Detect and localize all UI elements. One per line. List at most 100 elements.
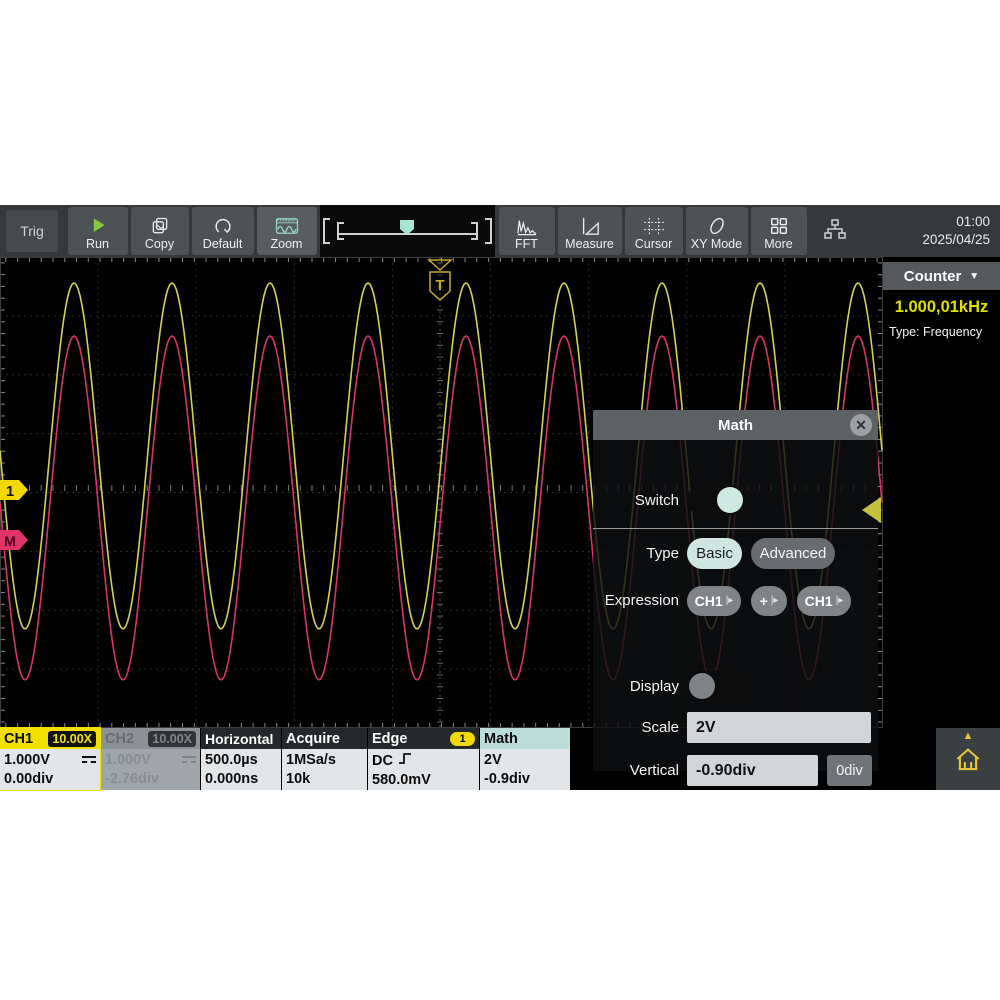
math-dialog-body: Switch Type Basic Advanced bbox=[593, 440, 878, 771]
ch2-name: CH2 bbox=[105, 731, 134, 747]
ch1-volts: 1.000V bbox=[4, 751, 50, 770]
math-dialog-header: Math ✕ bbox=[593, 410, 878, 440]
expression-row: Expression CH1|▸ +|▸ CH1|▸ bbox=[593, 585, 878, 616]
ch1-marker-label: 1 bbox=[6, 483, 14, 500]
switch-label: Switch bbox=[593, 492, 679, 509]
ch1-probe-badge: 10.00X bbox=[48, 731, 96, 747]
type-row: Type Basic Advanced bbox=[593, 537, 878, 569]
edge-coupling: DC bbox=[372, 752, 393, 771]
scale-input[interactable]: 2V bbox=[687, 712, 871, 743]
trig-button[interactable]: Trig bbox=[6, 210, 58, 252]
expression-operator-dropdown[interactable]: +|▸ bbox=[751, 586, 787, 616]
edge-title: Edge bbox=[372, 731, 407, 747]
oscilloscope-app: Trig Run Copy bbox=[0, 205, 1000, 790]
edge-trigger-status-block[interactable]: Edge 1 DC 580.0mV bbox=[368, 728, 479, 790]
zoom-waveform-icon bbox=[275, 216, 299, 236]
dc-coupling-icon bbox=[82, 756, 96, 765]
top-toolbar: Trig Run Copy bbox=[0, 205, 1000, 257]
horizontal-title: Horizontal bbox=[205, 731, 273, 747]
measure-button[interactable]: Measure bbox=[558, 207, 622, 255]
slider-inner-right-bracket bbox=[471, 223, 477, 239]
home-icon[interactable] bbox=[953, 744, 983, 779]
copy-button[interactable]: Copy bbox=[131, 207, 189, 255]
copy-icon bbox=[149, 216, 171, 236]
cursor-crosshair-icon bbox=[642, 216, 666, 236]
ch2-offset: -2.76div bbox=[105, 770, 196, 789]
ch1-status-block[interactable]: CH1 10.00X 1.000V 0.00div bbox=[0, 728, 100, 790]
ch1-offset: 0.00div bbox=[4, 770, 96, 789]
clock-date: 2025/04/25 bbox=[922, 231, 990, 249]
math-status-block[interactable]: Math 2V -0.9div bbox=[480, 728, 570, 790]
acquire-status-block[interactable]: Acquire 1MSa/s 10k bbox=[282, 728, 367, 790]
zoom-button[interactable]: Zoom bbox=[257, 207, 317, 255]
close-icon[interactable]: ✕ bbox=[850, 414, 872, 436]
counter-title: Counter bbox=[904, 268, 962, 285]
vertical-zero-button[interactable]: 0div bbox=[827, 755, 872, 786]
ch2-status-block[interactable]: CH2 10.00X 1.000V -2.76div bbox=[101, 728, 200, 790]
clock: 01:00 2025/04/25 bbox=[922, 213, 1000, 248]
trig-label: Trig bbox=[20, 223, 44, 239]
acquire-title: Acquire bbox=[286, 731, 340, 747]
network-lan-icon[interactable] bbox=[822, 217, 848, 246]
edge-level: 580.0mV bbox=[372, 771, 475, 790]
dropdown-indicator-icon: |▸ bbox=[836, 595, 844, 606]
type-option-basic[interactable]: Basic bbox=[687, 538, 742, 569]
fft-button[interactable]: FFT bbox=[499, 207, 555, 255]
trigger-level-marker[interactable] bbox=[862, 497, 881, 528]
math-switch-toggle[interactable] bbox=[687, 485, 745, 515]
expression-operand1-dropdown[interactable]: CH1|▸ bbox=[687, 586, 741, 616]
dropdown-indicator-icon: |▸ bbox=[726, 595, 734, 606]
measure-ruler-icon bbox=[579, 216, 601, 236]
trigger-flag-label: T bbox=[435, 277, 444, 294]
cursor-button[interactable]: Cursor bbox=[625, 207, 683, 255]
expression-operand2-dropdown[interactable]: CH1|▸ bbox=[797, 586, 851, 616]
slider-marker[interactable] bbox=[400, 220, 414, 235]
counter-header[interactable]: Counter ▼ bbox=[883, 262, 1000, 290]
horizontal-timebase: 500.0µs bbox=[205, 751, 277, 770]
type-label: Type bbox=[593, 545, 679, 562]
xy-mode-button[interactable]: XY Mode bbox=[686, 207, 748, 255]
expression-label: Expression bbox=[593, 592, 679, 609]
screenshot-canvas: Trig Run Copy bbox=[0, 0, 1000, 1000]
math-scale: 2V bbox=[484, 751, 566, 770]
run-button[interactable]: Run bbox=[68, 207, 128, 255]
xy-ellipse-icon bbox=[706, 216, 728, 236]
type-option-advanced[interactable]: Advanced bbox=[751, 538, 835, 569]
toggle-knob bbox=[689, 673, 715, 699]
counter-type: Type: Frequency bbox=[883, 321, 1000, 339]
ch1-name: CH1 bbox=[4, 731, 33, 747]
display-label: Display bbox=[593, 678, 679, 695]
vertical-row: Vertical -0.90div 0div bbox=[593, 755, 878, 786]
chevron-down-icon: ▼ bbox=[969, 271, 979, 282]
reset-arrow-icon bbox=[212, 216, 234, 236]
slider-outer-right-bracket bbox=[485, 219, 491, 243]
right-sidebar: Counter ▼ 1.000,01kHz Type: Frequency bbox=[883, 257, 1000, 728]
ch2-probe-badge: 10.00X bbox=[148, 731, 196, 747]
math-marker-label: M bbox=[4, 533, 16, 549]
acquire-mem-depth: 10k bbox=[286, 770, 363, 789]
math-title: Math bbox=[484, 731, 518, 747]
slider-inner-left-bracket bbox=[338, 223, 344, 239]
waveform-display: T 1 M Counter ▼ 1.000,01kHz Type: Freque… bbox=[0, 257, 1000, 728]
vertical-label: Vertical bbox=[593, 762, 679, 779]
math-dialog: Math ✕ Switch Type Basic bbox=[593, 410, 878, 771]
math-display-toggle[interactable] bbox=[687, 671, 745, 701]
math-offset: -0.9div bbox=[484, 770, 566, 789]
math-dialog-title: Math bbox=[718, 417, 753, 434]
more-grid-icon bbox=[769, 216, 789, 236]
collapse-up-icon[interactable]: ▲ bbox=[963, 731, 974, 742]
more-button[interactable]: More bbox=[751, 207, 807, 255]
nav-panel: ▲ bbox=[936, 728, 1000, 790]
acquire-sample-rate: 1MSa/s bbox=[286, 751, 363, 770]
counter-widget: Counter ▼ 1.000,01kHz Type: Frequency bbox=[883, 262, 1000, 339]
horizontal-delay: 0.000ns bbox=[205, 770, 277, 789]
default-button[interactable]: Default bbox=[192, 207, 254, 255]
slider-outer-left-bracket bbox=[324, 219, 330, 243]
edge-source-badge: 1 bbox=[450, 732, 475, 746]
dropdown-indicator-icon: |▸ bbox=[771, 595, 779, 606]
clock-time: 01:00 bbox=[922, 213, 990, 231]
trigger-position-slider[interactable] bbox=[320, 205, 495, 257]
vertical-offset-input[interactable]: -0.90div bbox=[687, 755, 818, 786]
switch-row: Switch bbox=[593, 482, 878, 518]
horizontal-status-block[interactable]: Horizontal 500.0µs 0.000ns bbox=[201, 728, 281, 790]
